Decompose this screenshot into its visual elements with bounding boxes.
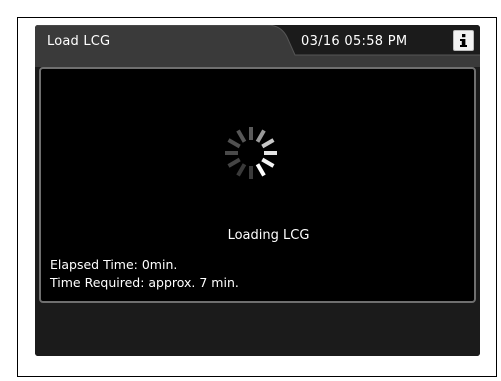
loading-status-text: Loading LCG (227, 228, 310, 243)
window-title: Load LCG (47, 34, 111, 49)
device-screen: Load LCG 03/16 05:58 PM Loading LCG Elap… (35, 25, 480, 356)
loading-spinner-icon (225, 127, 277, 179)
elapsed-time: Elapsed Time: 0min. (50, 257, 178, 272)
info-button[interactable] (453, 30, 474, 51)
footer-area (35, 305, 480, 356)
info-icon (460, 34, 467, 47)
title-bar: Load LCG 03/16 05:58 PM (35, 25, 480, 67)
date-time: 03/16 05:58 PM (301, 34, 408, 49)
loading-panel: Loading LCG Elapsed Time: 0min. Time Req… (39, 67, 476, 303)
time-required: Time Required: approx. 7 min. (50, 275, 239, 290)
